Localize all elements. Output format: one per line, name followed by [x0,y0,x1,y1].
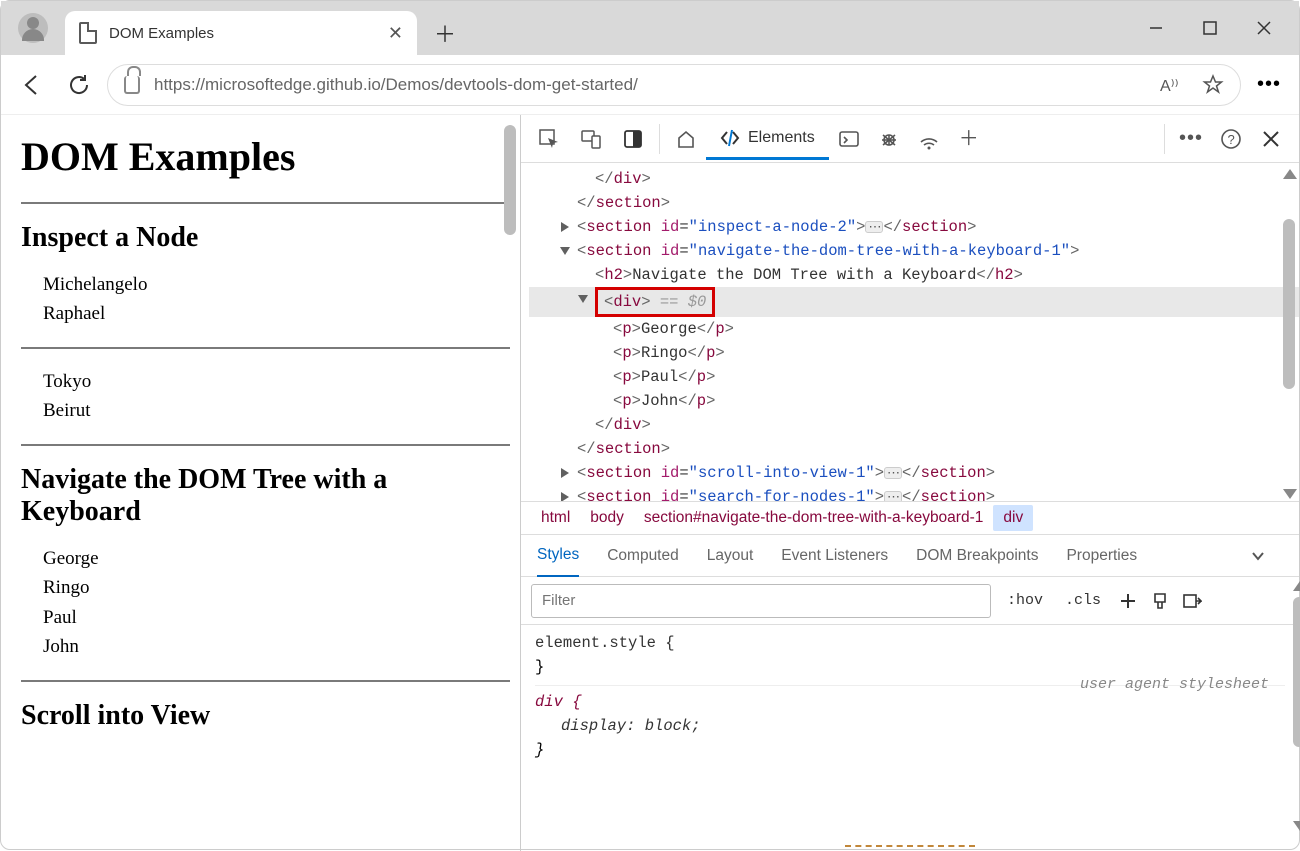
crumb-body[interactable]: body [580,505,634,531]
more-tools-icon[interactable]: ＋ [949,119,989,159]
list-item: Raphael [43,299,510,328]
browser-toolbar: https://microsoftedge.github.io/Demos/de… [1,55,1299,115]
list-item: Tokyo [43,367,510,396]
chevron-down-icon[interactable] [1251,549,1283,563]
computed-toggle-icon[interactable] [1181,590,1203,612]
tab-event-listeners[interactable]: Event Listeners [781,547,888,565]
list-item: Ringo [43,573,510,602]
tab-title: DOM Examples [109,25,214,42]
browser-tab[interactable]: DOM Examples ✕ [65,11,417,55]
new-style-rule-icon[interactable] [1117,590,1139,612]
dom-tree[interactable]: </div> </section> <section id="inspect-a… [521,163,1299,501]
svg-text:A⁾⁾: A⁾⁾ [1160,78,1179,95]
element-style-selector[interactable]: element.style { [535,631,1285,655]
cls-toggle[interactable]: .cls [1059,592,1107,609]
list-item: Beirut [43,396,510,425]
inspect-element-icon[interactable] [529,119,569,159]
close-window-button[interactable] [1255,19,1273,37]
dock-side-icon[interactable] [613,119,653,159]
close-tab-icon[interactable]: ✕ [388,23,403,44]
network-conditions-icon[interactable] [909,119,949,159]
page-h1: DOM Examples [21,133,510,180]
tab-properties[interactable]: Properties [1066,547,1137,565]
address-bar[interactable]: https://microsoftedge.github.io/Demos/de… [107,64,1241,106]
title-bar: DOM Examples ✕ ＋ [1,1,1299,55]
console-icon[interactable] [829,119,869,159]
help-icon[interactable]: ? [1211,119,1251,159]
section-inspect-heading: Inspect a Node [21,222,510,254]
refresh-button[interactable] [59,65,99,105]
url-text: https://microsoftedge.github.io/Demos/de… [154,75,638,95]
list-beatles: George Ringo Paul John [43,544,510,662]
brush-icon[interactable] [1149,590,1171,612]
tab-dom-breakpoints[interactable]: DOM Breakpoints [916,547,1038,565]
svg-text:?: ? [1228,132,1235,147]
drawer-resize-handle[interactable] [845,845,975,847]
lock-icon [124,76,140,94]
styles-scrollbar[interactable] [1293,581,1300,831]
list-artists: Michelangelo Raphael [43,270,510,329]
page-scrollbar[interactable] [504,125,518,851]
maximize-button[interactable] [1201,19,1219,37]
dom-selected-node[interactable]: <div> == $0 [529,287,1299,317]
tab-computed[interactable]: Computed [607,547,679,565]
customize-devtools-icon[interactable]: ••• [1171,119,1211,159]
settings-more-button[interactable]: ••• [1249,65,1289,105]
dom-breadcrumb[interactable]: html body section#navigate-the-dom-tree-… [521,501,1299,535]
styles-body[interactable]: element.style { } div { display: block; … [521,625,1299,774]
code-icon [720,128,740,148]
crumb-div[interactable]: div [993,505,1033,531]
section-navigate-heading: Navigate the DOM Tree with a Keyboard [21,464,510,528]
close-devtools-icon[interactable] [1251,119,1291,159]
devtools-toolbar: Elements ＋ ••• ? [521,115,1299,163]
list-item: George [43,544,510,573]
tab-styles[interactable]: Styles [537,535,579,577]
section-scroll-heading: Scroll into View [21,700,510,732]
minimize-button[interactable] [1147,19,1165,37]
list-item: Paul [43,603,510,632]
dom-tree-scrollbar[interactable] [1283,169,1297,499]
user-agent-label: user agent stylesheet [1080,673,1269,697]
crumb-section[interactable]: section#navigate-the-dom-tree-with-a-key… [634,505,993,531]
devtools-panel: Elements ＋ ••• ? </div> </section> <sect… [521,115,1299,851]
hov-toggle[interactable]: :hov [1001,592,1049,609]
crumb-html[interactable]: html [531,505,580,531]
tab-elements[interactable]: Elements [706,120,829,160]
device-emulation-icon[interactable] [571,119,611,159]
rendered-page: DOM Examples Inspect a Node Michelangelo… [1,115,521,851]
styles-tabs: Styles Computed Layout Event Listeners D… [521,535,1299,577]
styles-filter-row: :hov .cls [521,577,1299,625]
list-item: John [43,632,510,661]
read-aloud-icon[interactable]: A⁾⁾ [1160,74,1182,96]
list-item: Michelangelo [43,270,510,299]
tab-elements-label: Elements [748,129,815,147]
styles-filter-input[interactable] [531,584,991,618]
favorite-icon[interactable] [1202,74,1224,96]
display-property[interactable]: display: block; [535,714,1285,738]
welcome-icon[interactable] [666,119,706,159]
back-button[interactable] [11,65,51,105]
new-tab-button[interactable]: ＋ [425,15,465,55]
tab-layout[interactable]: Layout [707,547,754,565]
list-cities: Tokyo Beirut [43,367,510,426]
bug-icon[interactable] [869,119,909,159]
profile-avatar[interactable] [1,1,65,55]
document-icon [79,22,97,44]
